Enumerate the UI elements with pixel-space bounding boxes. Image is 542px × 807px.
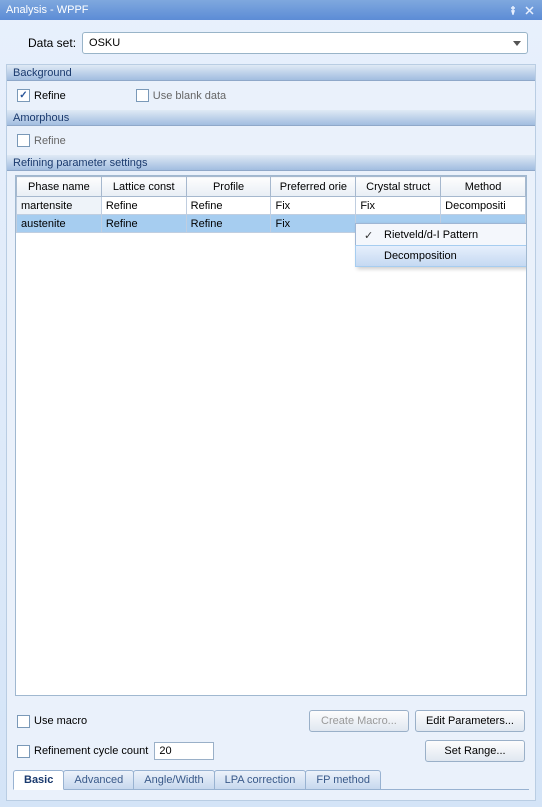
column-header[interactable]: Profile <box>186 177 271 197</box>
column-header[interactable]: Lattice const <box>101 177 186 197</box>
table-row[interactable]: martensiteRefineRefineFixFixDecompositi <box>17 197 526 215</box>
refining-header: Refining parameter settings <box>7 155 535 171</box>
dataset-row: Data set: OSKU <box>0 20 542 64</box>
table-cell[interactable]: Refine <box>101 197 186 215</box>
tab-angle-width[interactable]: Angle/Width <box>133 770 214 790</box>
context-menu-item[interactable]: Decomposition <box>355 245 527 267</box>
table-cell[interactable]: martensite <box>17 197 102 215</box>
checkbox-label: Use macro <box>34 715 87 727</box>
column-header[interactable]: Preferred orie <box>271 177 356 197</box>
dataset-value: OSKU <box>89 37 120 49</box>
checkbox-label: Refinement cycle count <box>34 745 148 757</box>
tab-advanced[interactable]: Advanced <box>63 770 134 790</box>
bottom-controls: Use macro Create Macro... Edit Parameter… <box>7 704 535 770</box>
refinement-cycle-input[interactable] <box>154 742 214 760</box>
background-body: Refine Use blank data <box>7 81 535 110</box>
analysis-window: Analysis - WPPF Data set: OSKU Backgroun… <box>0 0 542 807</box>
use-blank-data-checkbox[interactable]: Use blank data <box>136 89 226 102</box>
tab-fp-method[interactable]: FP method <box>305 770 381 790</box>
background-header: Background <box>7 65 535 81</box>
titlebar: Analysis - WPPF <box>0 0 542 20</box>
context-menu-item[interactable]: ✓ Rietveld/d-I Pattern <box>356 224 527 246</box>
table-cell[interactable]: Refine <box>186 197 271 215</box>
amorphous-refine-checkbox[interactable]: Refine <box>17 134 66 147</box>
main-panel: Background Refine Use blank data Amorpho… <box>6 64 536 801</box>
checkbox-box <box>17 89 30 102</box>
table-cell[interactable]: Fix <box>356 197 441 215</box>
tab-lpa-correction[interactable]: LPA correction <box>214 770 307 790</box>
checkbox-box <box>17 715 30 728</box>
dataset-label: Data set: <box>28 36 76 50</box>
column-header[interactable]: Crystal struct <box>356 177 441 197</box>
create-macro-button[interactable]: Create Macro... <box>309 710 409 732</box>
column-header[interactable]: Phase name <box>17 177 102 197</box>
window-title: Analysis - WPPF <box>6 4 504 16</box>
checkbox-label: Refine <box>34 90 66 102</box>
table-cell[interactable]: Decompositi <box>441 197 526 215</box>
refinement-cycle-checkbox[interactable]: Refinement cycle count <box>17 745 148 758</box>
amorphous-header: Amorphous <box>7 110 535 126</box>
checkbox-label: Refine <box>34 135 66 147</box>
tab-basic[interactable]: Basic <box>13 770 64 790</box>
checkbox-box <box>136 89 149 102</box>
checkbox-box <box>17 745 30 758</box>
pin-icon[interactable] <box>506 3 520 17</box>
context-menu-label: Rietveld/d-I Pattern <box>384 229 478 241</box>
table-cell[interactable]: Refine <box>186 215 271 233</box>
context-menu-label: Decomposition <box>384 250 457 262</box>
column-header[interactable]: Method <box>441 177 526 197</box>
table-cell[interactable]: Fix <box>271 197 356 215</box>
set-range-button[interactable]: Set Range... <box>425 740 525 762</box>
table-cell[interactable]: Fix <box>271 215 356 233</box>
amorphous-body: Refine <box>7 126 535 155</box>
check-icon: ✓ <box>364 229 373 242</box>
checkbox-label: Use blank data <box>153 90 226 102</box>
table-cell[interactable]: austenite <box>17 215 102 233</box>
checkbox-box <box>17 134 30 147</box>
background-refine-checkbox[interactable]: Refine <box>17 89 66 102</box>
table-cell[interactable]: Refine <box>101 215 186 233</box>
parameter-table-area: Phase nameLattice constProfilePreferred … <box>15 175 527 696</box>
use-macro-checkbox[interactable]: Use macro <box>17 715 87 728</box>
close-icon[interactable] <box>522 3 536 17</box>
tab-bar: BasicAdvancedAngle/WidthLPA correctionFP… <box>7 770 535 790</box>
dataset-select[interactable]: OSKU <box>82 32 528 54</box>
edit-parameters-button[interactable]: Edit Parameters... <box>415 710 525 732</box>
method-context-menu: ✓ Rietveld/d-I Pattern Decomposition <box>355 223 527 267</box>
